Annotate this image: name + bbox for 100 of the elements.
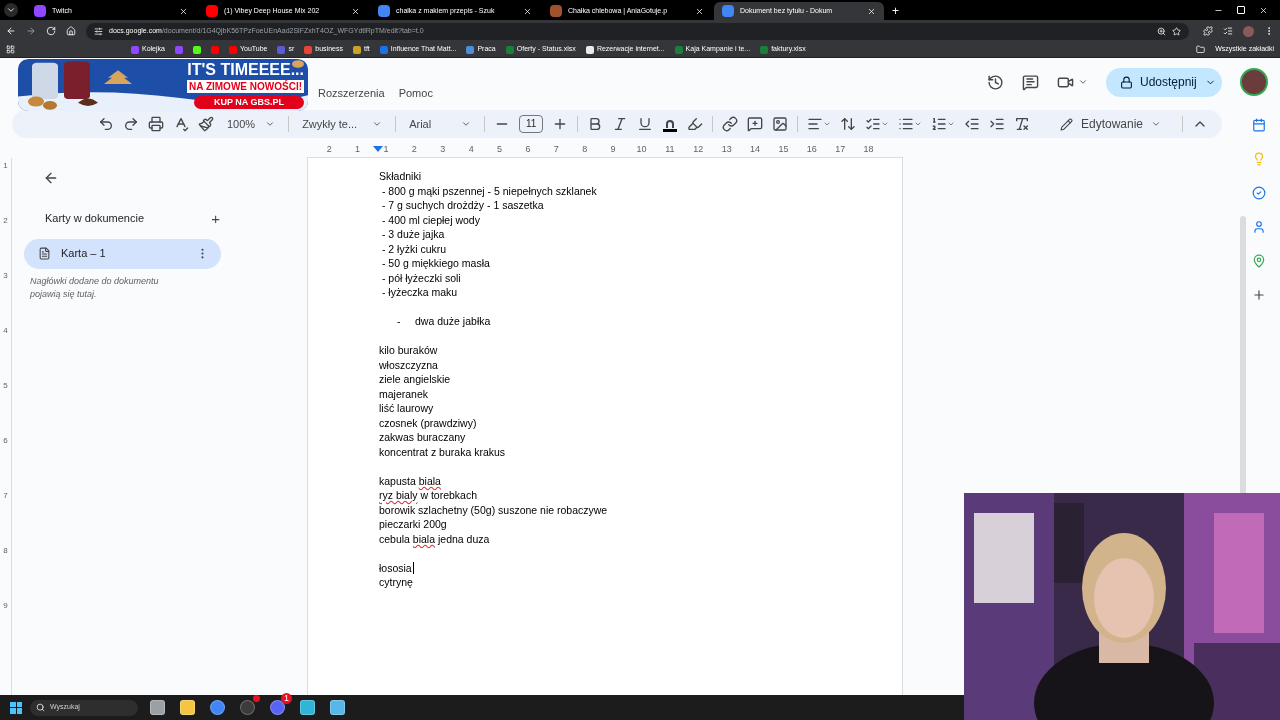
folder-icon[interactable] bbox=[1196, 45, 1206, 54]
document-line: czosnek (prawdziwy) bbox=[379, 415, 477, 430]
back-icon[interactable] bbox=[43, 170, 59, 186]
spellcheck-icon[interactable] bbox=[173, 116, 189, 132]
bookmark-star-icon[interactable] bbox=[1172, 26, 1181, 36]
document-line: włoszczyzna bbox=[379, 357, 438, 372]
bookmark-favicon-icon[interactable] bbox=[192, 45, 201, 54]
person-icon[interactable] bbox=[1252, 220, 1266, 234]
numbered-list-icon[interactable] bbox=[931, 116, 948, 132]
clear-formatting-icon[interactable] bbox=[1014, 116, 1031, 132]
document-line: łososia bbox=[379, 560, 412, 575]
close-icon[interactable] bbox=[1259, 5, 1268, 15]
ad-cta-button[interactable]: KUP NA GBS.PL bbox=[194, 96, 304, 109]
sidebar-title: Karty w dokumencie bbox=[45, 211, 145, 226]
reload-icon[interactable] bbox=[46, 26, 56, 36]
link-icon[interactable] bbox=[722, 116, 739, 132]
print-icon[interactable] bbox=[148, 116, 164, 132]
redo-icon[interactable] bbox=[123, 116, 139, 132]
caret-icon[interactable] bbox=[947, 120, 956, 128]
vertical-ruler: 1 2 3 4 5 6 7 8 9 bbox=[0, 158, 12, 695]
document-icon bbox=[38, 247, 51, 260]
document-line: pieczarki 200g bbox=[379, 517, 447, 532]
start-icon[interactable] bbox=[10, 701, 22, 714]
share-button[interactable]: Udostępnij bbox=[1106, 67, 1222, 97]
close-icon[interactable] bbox=[523, 6, 532, 16]
bulleted-list-icon[interactable] bbox=[898, 116, 915, 132]
close-icon[interactable] bbox=[351, 6, 360, 16]
new-tab-button[interactable]: + bbox=[886, 2, 905, 20]
add-tab-button[interactable]: + bbox=[211, 210, 220, 226]
caret-icon[interactable] bbox=[881, 120, 890, 128]
search-icon bbox=[36, 703, 45, 712]
font-dropdown[interactable]: Arial bbox=[405, 115, 476, 133]
scrollbar[interactable] bbox=[1240, 216, 1246, 496]
back-icon[interactable] bbox=[6, 26, 16, 36]
checklist-icon[interactable] bbox=[865, 116, 882, 132]
map-pin-icon[interactable] bbox=[1252, 254, 1266, 268]
bookmark-favicon-icon[interactable] bbox=[352, 45, 361, 54]
forward-icon[interactable] bbox=[26, 26, 36, 36]
menu-item[interactable]: Rozszerzenia bbox=[318, 84, 385, 102]
close-icon[interactable] bbox=[695, 6, 704, 16]
close-icon[interactable] bbox=[179, 6, 188, 16]
caret-icon bbox=[461, 119, 472, 129]
document-line: - 50 g miękkiego masła bbox=[380, 256, 490, 271]
increase-indent-icon[interactable] bbox=[989, 116, 1006, 132]
document-line: borowik szlachetny (50g) suszone nie robaczywe bbox=[379, 502, 608, 517]
document-tab-item[interactable]: Karta – 1 bbox=[24, 238, 221, 269]
sidebar-hint: Nagłówki dodane do dokumentu pojawią się tutaj. bbox=[29, 274, 160, 301]
document-line: kilo buraków bbox=[379, 343, 438, 358]
lock-icon bbox=[1120, 75, 1133, 89]
decrease-indent-icon[interactable] bbox=[964, 116, 981, 132]
account-avatar[interactable] bbox=[1240, 68, 1268, 96]
document-line: zakwas buraczany bbox=[379, 430, 466, 445]
caret-icon[interactable] bbox=[914, 120, 923, 128]
tab-search-icon[interactable] bbox=[4, 3, 18, 17]
align-left-icon[interactable] bbox=[807, 116, 824, 132]
undo-icon[interactable] bbox=[98, 116, 114, 132]
folder-icon[interactable] bbox=[179, 700, 195, 715]
bookmark-favicon-icon[interactable] bbox=[585, 45, 594, 54]
document-line: - łyżeczka maku bbox=[380, 285, 458, 300]
line-spacing-icon[interactable] bbox=[840, 116, 857, 132]
document-line: ryz bialy w torebkach bbox=[379, 488, 478, 503]
site-settings-icon[interactable] bbox=[94, 26, 103, 36]
history-icon[interactable] bbox=[987, 73, 1004, 91]
tasks-icon[interactable] bbox=[1252, 186, 1266, 200]
underline-icon[interactable] bbox=[637, 116, 654, 132]
add-icon[interactable] bbox=[1252, 288, 1266, 302]
highlight-icon[interactable] bbox=[687, 116, 704, 132]
restore-icon[interactable] bbox=[1237, 6, 1245, 14]
indent-marker-icon[interactable] bbox=[373, 146, 383, 152]
image-icon[interactable] bbox=[772, 116, 789, 132]
document-line: cytrynę bbox=[379, 575, 413, 590]
home-icon[interactable] bbox=[66, 26, 76, 36]
style-dropdown[interactable]: Zwykły te... bbox=[298, 115, 387, 133]
document-line: kapusta biala bbox=[379, 473, 441, 488]
close-icon[interactable] bbox=[867, 6, 876, 16]
paint-format-icon[interactable] bbox=[198, 116, 214, 132]
ad-headline: IT'S TIMEEEE... bbox=[187, 61, 304, 79]
document-line: - pół łyżeczki soli bbox=[380, 270, 461, 285]
document-line: majeranek bbox=[379, 386, 429, 401]
document-line: koncentrat z buraka krakus bbox=[379, 444, 506, 459]
font-size-field[interactable]: 11 bbox=[519, 115, 544, 133]
menu-item[interactable]: Pomoc bbox=[398, 84, 433, 102]
caret-icon[interactable] bbox=[1078, 77, 1088, 87]
ad-subline: NA ZIMOWE NOWOŚCI! bbox=[187, 80, 304, 93]
zoom-dropdown[interactable]: 100% bbox=[223, 115, 280, 133]
apps-icon[interactable] bbox=[6, 45, 15, 54]
notification-badge: 1 bbox=[281, 692, 292, 704]
calendar-icon[interactable] bbox=[1252, 118, 1266, 132]
editing-mode-dropdown[interactable]: Edytowanie bbox=[1055, 115, 1165, 133]
caret-icon bbox=[1151, 119, 1161, 129]
caret-icon bbox=[265, 119, 276, 129]
caret-icon[interactable] bbox=[823, 120, 832, 128]
document-line: Składniki bbox=[379, 169, 422, 184]
extensions-icon[interactable] bbox=[1203, 26, 1213, 36]
add-comment-icon[interactable] bbox=[747, 116, 764, 132]
comment-icon[interactable] bbox=[1022, 73, 1039, 91]
document-line: - 7 g suchych drożdży - 1 saszetka bbox=[380, 198, 544, 213]
document-line: - 800 g mąki pszennej - 5 niepełnych szklanek bbox=[380, 183, 597, 198]
zoom-icon[interactable] bbox=[1157, 26, 1166, 36]
task-view-icon[interactable] bbox=[149, 700, 165, 715]
